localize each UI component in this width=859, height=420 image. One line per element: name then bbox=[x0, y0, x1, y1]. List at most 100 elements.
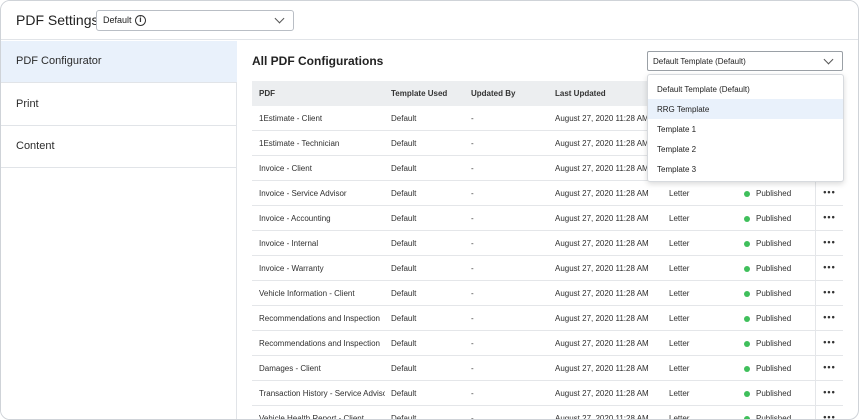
table-row[interactable]: Invoice - Service Advisor Default - August … bbox=[252, 181, 843, 206]
dropdown-option[interactable]: Template 2 bbox=[648, 139, 843, 159]
table-row[interactable]: Invoice - Internal Default - August 27, 202… bbox=[252, 231, 843, 256]
cell-page-size: Letter bbox=[669, 264, 690, 273]
cell-last-updated: August 27, 2020 11:28 AM bbox=[555, 239, 649, 248]
cell-updated-by: - bbox=[471, 389, 474, 398]
cell-pdf-name: Invoice - Service Advisor bbox=[259, 189, 347, 198]
template-select[interactable]: Default Template (Default) bbox=[647, 51, 843, 71]
cell-last-updated: August 27, 2020 11:28 AM bbox=[555, 314, 649, 323]
info-icon[interactable]: i bbox=[135, 15, 146, 26]
more-actions-icon[interactable]: ••• bbox=[815, 181, 843, 205]
cell-pdf-name: 1Estimate - Technician bbox=[259, 139, 340, 148]
cell-last-updated: August 27, 2020 11:28 AM bbox=[555, 339, 649, 348]
cell-pdf-name: Recommendations and Inspection bbox=[259, 339, 380, 348]
cell-page-size: Letter bbox=[669, 214, 690, 223]
more-actions-icon[interactable]: ••• bbox=[815, 281, 843, 305]
sidebar: PDF Configurator Print Content bbox=[1, 41, 237, 419]
table-row[interactable]: Invoice - Accounting Default - August 27, 2… bbox=[252, 206, 843, 231]
page-title: PDF Settings bbox=[16, 12, 99, 28]
cell-last-updated: August 27, 2020 11:28 AM bbox=[555, 189, 649, 198]
cell-page-size: Letter bbox=[669, 289, 690, 298]
cell-status: Published bbox=[756, 339, 792, 348]
cell-updated-by: - bbox=[471, 189, 474, 198]
cell-page-size: Letter bbox=[669, 364, 690, 373]
table-row[interactable]: Damages - Client Default - August 27, 2020 … bbox=[252, 356, 843, 381]
dropdown-option-label: Template 1 bbox=[657, 125, 697, 134]
chevron-down-icon bbox=[823, 54, 834, 65]
status-dot-icon bbox=[744, 416, 750, 419]
cell-template-used: Default bbox=[391, 314, 417, 323]
cell-page-size: Letter bbox=[669, 414, 690, 420]
cell-pdf-name: Invoice - Accounting bbox=[259, 214, 331, 223]
sidebar-item-content[interactable]: Content bbox=[1, 126, 237, 168]
cell-updated-by: - bbox=[471, 314, 474, 323]
cell-pdf-name: 1Estimate - Client bbox=[259, 114, 323, 123]
cell-template-used: Default bbox=[391, 214, 417, 223]
status-dot-icon bbox=[744, 266, 750, 272]
sidebar-item-print[interactable]: Print bbox=[1, 84, 237, 126]
column-header-template-used[interactable]: Template Used bbox=[391, 89, 461, 98]
cell-page-size: Letter bbox=[669, 189, 690, 198]
cell-pdf-name: Recommendations and Inspection bbox=[259, 314, 380, 323]
cell-page-size: Letter bbox=[669, 314, 690, 323]
cell-pdf-name: Invoice - Warranty bbox=[259, 264, 324, 273]
cell-last-updated: August 27, 2020 11:28 AM bbox=[555, 289, 649, 298]
table-row[interactable]: Vehicle Information - Client Default - Augu… bbox=[252, 281, 843, 306]
dropdown-option-label: Template 2 bbox=[657, 145, 697, 154]
dropdown-option[interactable]: Template 1 bbox=[648, 119, 843, 139]
status-dot-icon bbox=[744, 341, 750, 347]
profile-select[interactable]: Default i bbox=[96, 10, 294, 31]
cell-updated-by: - bbox=[471, 214, 474, 223]
status-dot-icon bbox=[744, 391, 750, 397]
more-actions-icon[interactable]: ••• bbox=[815, 356, 843, 380]
status-dot-icon bbox=[744, 291, 750, 297]
template-dropdown-menu: Default Template (Default) RRG Template … bbox=[647, 74, 844, 182]
cell-template-used: Default bbox=[391, 114, 417, 123]
cell-last-updated: August 27, 2020 11:28 AM bbox=[555, 214, 649, 223]
cell-updated-by: - bbox=[471, 364, 474, 373]
dropdown-option-label: Template 3 bbox=[657, 165, 697, 174]
table-row[interactable]: Recommendations and Inspection Default - Au… bbox=[252, 306, 843, 331]
dropdown-option-label: RRG Template bbox=[657, 105, 710, 114]
sidebar-item-label: PDF Configurator bbox=[16, 55, 102, 67]
cell-updated-by: - bbox=[471, 239, 474, 248]
more-actions-icon[interactable]: ••• bbox=[815, 406, 843, 419]
more-actions-icon[interactable]: ••• bbox=[815, 256, 843, 280]
cell-status: Published bbox=[756, 364, 792, 373]
dropdown-option[interactable]: Default Template (Default) bbox=[648, 79, 843, 99]
status-dot-icon bbox=[744, 191, 750, 197]
profile-select-value: Default bbox=[103, 15, 132, 25]
cell-template-used: Default bbox=[391, 239, 417, 248]
cell-last-updated: August 27, 2020 11:28 AM bbox=[555, 389, 649, 398]
cell-page-size: Letter bbox=[669, 389, 690, 398]
table-row[interactable]: Vehicle Health Report - Client Default - Au… bbox=[252, 406, 843, 420]
cell-status: Published bbox=[756, 264, 792, 273]
column-header-pdf[interactable]: PDF bbox=[259, 89, 385, 98]
cell-page-size: Letter bbox=[669, 339, 690, 348]
section-title: All PDF Configurations bbox=[252, 54, 384, 68]
cell-pdf-name: Damages - Client bbox=[259, 364, 321, 373]
table-row[interactable]: Recommendations and Inspection Default - Au… bbox=[252, 331, 843, 356]
more-actions-icon[interactable]: ••• bbox=[815, 306, 843, 330]
template-select-value: Default Template (Default) bbox=[653, 57, 746, 66]
more-actions-icon[interactable]: ••• bbox=[815, 206, 843, 230]
dropdown-option[interactable]: RRG Template bbox=[648, 99, 843, 119]
cell-template-used: Default bbox=[391, 414, 417, 420]
cell-status: Published bbox=[756, 239, 792, 248]
cell-pdf-name: Vehicle Information - Client bbox=[259, 289, 355, 298]
column-header-updated-by[interactable]: Updated By bbox=[471, 89, 541, 98]
more-actions-icon[interactable]: ••• bbox=[815, 331, 843, 355]
cell-template-used: Default bbox=[391, 189, 417, 198]
cell-updated-by: - bbox=[471, 264, 474, 273]
table-row[interactable]: Invoice - Warranty Default - August 27, 202… bbox=[252, 256, 843, 281]
status-dot-icon bbox=[744, 241, 750, 247]
cell-pdf-name: Transaction History - Service Advisor bbox=[259, 389, 385, 398]
sidebar-item-label: Content bbox=[16, 140, 55, 152]
table-row[interactable]: Transaction History - Service Advisor Def… bbox=[252, 381, 843, 406]
cell-template-used: Default bbox=[391, 289, 417, 298]
dropdown-option[interactable]: Template 3 bbox=[648, 159, 843, 179]
sidebar-item-pdf-configurator[interactable]: PDF Configurator bbox=[1, 41, 237, 83]
cell-status: Published bbox=[756, 189, 792, 198]
more-actions-icon[interactable]: ••• bbox=[815, 231, 843, 255]
more-actions-icon[interactable]: ••• bbox=[815, 381, 843, 405]
cell-status: Published bbox=[756, 289, 792, 298]
